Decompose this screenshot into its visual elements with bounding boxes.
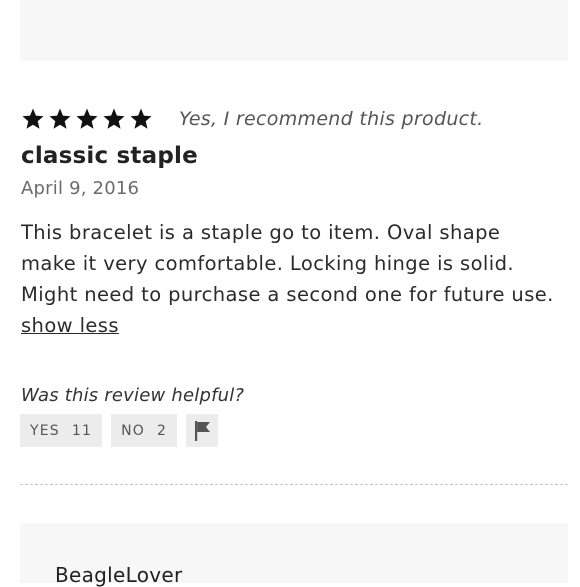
star-icon <box>76 108 98 129</box>
star-rating <box>21 107 153 131</box>
helpful-votes: YES 11 NO 2 <box>20 414 219 447</box>
star-icon <box>103 108 125 129</box>
star-icon <box>49 108 71 129</box>
helpful-question: Was this review helpful? <box>21 385 245 406</box>
flag-icon <box>195 420 211 441</box>
star-icon <box>22 108 44 129</box>
vote-yes-count: 11 <box>71 422 93 439</box>
next-review-author: BeagleLover <box>55 563 183 587</box>
review-text: This bracelet is a staple go to item. Ov… <box>21 221 554 306</box>
recommend-text: Yes, I recommend this product. <box>179 108 484 130</box>
review-body: This bracelet is a staple go to item. Ov… <box>21 217 556 341</box>
report-button[interactable] <box>186 414 219 447</box>
star-icon <box>130 108 152 129</box>
show-less-link[interactable]: show less <box>21 314 119 337</box>
vote-no-label: NO <box>121 422 146 439</box>
review-divider <box>20 484 568 485</box>
rating-row: Yes, I recommend this product. <box>21 104 561 134</box>
vote-yes-button[interactable]: YES 11 <box>20 414 103 447</box>
vote-no-button[interactable]: NO 2 <box>111 414 178 447</box>
review-title: classic staple <box>21 143 198 169</box>
vote-yes-label: YES <box>30 422 60 439</box>
next-review-panel: BeagleLover <box>20 523 568 587</box>
vote-no-count: 2 <box>157 422 168 439</box>
review-card: Yes, I recommend this product. classic s… <box>21 104 561 341</box>
review-date: April 9, 2016 <box>21 178 140 199</box>
previous-review-panel <box>20 0 568 61</box>
